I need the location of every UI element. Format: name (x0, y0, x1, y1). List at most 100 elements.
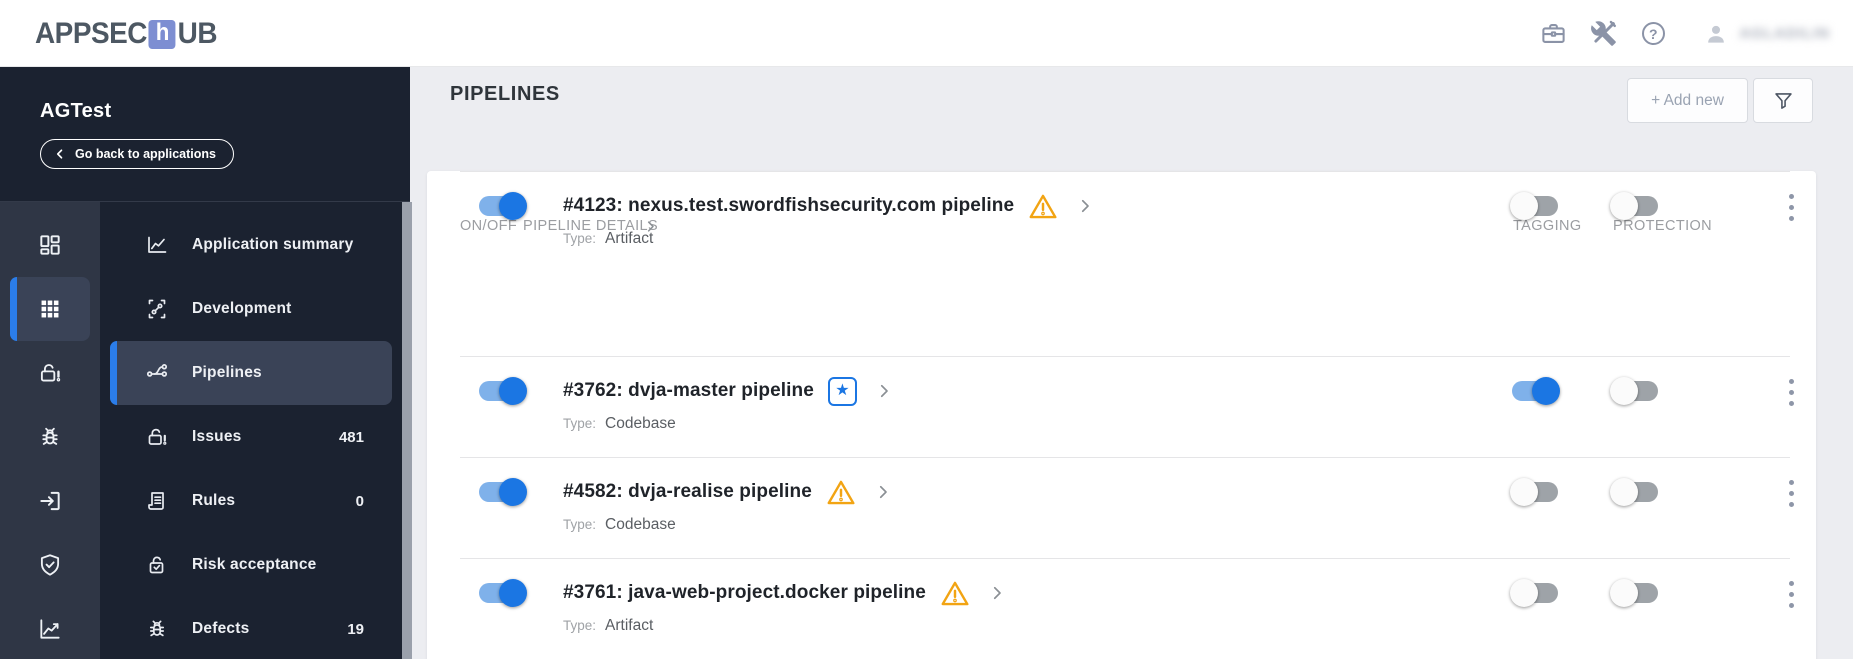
pipeline-badge (940, 580, 970, 607)
warning-icon (1028, 193, 1058, 220)
star-badge-icon (827, 376, 857, 406)
warning-icon (940, 580, 970, 607)
sidebar-item-pipelines[interactable]: Pipelines (110, 341, 392, 405)
pipeline-open-chevron-icon[interactable] (874, 483, 892, 501)
rail-item-exit[interactable] (10, 469, 90, 533)
row-menu-kebab-icon[interactable] (1782, 475, 1800, 511)
pipeline-onoff-toggle[interactable] (479, 377, 527, 405)
logo-cube-icon: h (148, 19, 176, 49)
filter-button[interactable] (1753, 78, 1813, 123)
pipeline-badge (826, 479, 856, 506)
menu-count: 481 (338, 428, 364, 446)
user-name: AGLADILIN (1739, 25, 1830, 42)
pipelines-card: ON/OFF PIPELINE DETAILS TAGGING PROTECTI… (427, 171, 1816, 659)
type-label: Type: (563, 618, 597, 633)
dashboard-icon (40, 235, 60, 255)
pipeline-onoff-toggle[interactable] (479, 579, 527, 607)
protection-toggle[interactable] (1610, 478, 1658, 506)
unlock-alert-icon (40, 364, 61, 382)
appsechub-logo: APPSEC h UB (35, 17, 217, 51)
user-icon (1708, 25, 1725, 43)
rail-item-security[interactable] (10, 533, 90, 597)
pipeline-onoff-toggle[interactable] (479, 192, 527, 220)
go-back-button[interactable]: Go back to applications (40, 139, 234, 169)
filter-funnel-icon (1774, 93, 1792, 109)
row-menu-kebab-icon[interactable] (1782, 374, 1800, 410)
top-bar: APPSEC h UB ? AGLADILIN (0, 0, 1853, 67)
lock-check-icon (149, 556, 164, 574)
help-icon[interactable]: ? (1639, 20, 1667, 48)
type-value: Codebase (605, 516, 676, 533)
sidebar-item-application-summary[interactable]: Application summary (110, 213, 392, 277)
pipeline-title: #4582: dvja-realise pipeline (563, 481, 812, 502)
logo-text-left: APPSEC (35, 17, 147, 50)
pipeline-open-chevron-icon[interactable] (1076, 197, 1094, 215)
row-menu-kebab-icon[interactable] (1782, 189, 1800, 225)
exit-icon (40, 491, 60, 511)
pipeline-badge (827, 376, 857, 406)
menu-count: 19 (347, 620, 364, 638)
pipeline-open-chevron-icon[interactable] (875, 382, 893, 400)
add-new-button[interactable]: + Add new (1627, 78, 1748, 123)
pipeline-row: #4123: nexus.test.swordfishsecurity.com … (427, 171, 1816, 272)
development-icon (148, 299, 166, 319)
sidebar-item-development[interactable]: Development (110, 277, 392, 341)
pipeline-open-chevron-icon[interactable] (988, 584, 1006, 602)
type-value: Artifact (605, 617, 654, 634)
application-name: AGTest (40, 100, 112, 122)
rail-item-issues[interactable] (10, 341, 90, 405)
tagging-toggle[interactable] (1512, 377, 1560, 405)
pipeline-onoff-toggle[interactable] (479, 478, 527, 506)
type-value: Codebase (605, 415, 676, 432)
chevron-left-icon (56, 149, 63, 159)
unlock-alert-icon (148, 428, 167, 445)
briefcase-icon[interactable] (1539, 20, 1567, 48)
pipeline-badge (1028, 193, 1058, 220)
tools-icon[interactable] (1589, 20, 1617, 48)
pipeline-row: #3762: dvja-master pipeline Type: Codeba… (427, 356, 1816, 457)
bug-icon (149, 620, 165, 637)
type-label: Type: (563, 416, 597, 431)
apps-grid-icon (41, 300, 59, 318)
pipeline-title: #3762: dvja-master pipeline (563, 380, 814, 401)
rail-item-defects[interactable] (10, 405, 90, 469)
chart-icon (40, 619, 60, 639)
tagging-toggle[interactable] (1510, 478, 1558, 506)
row-menu-kebab-icon[interactable] (1782, 576, 1800, 612)
sidebar-item-rules[interactable]: Rules 0 (110, 469, 392, 533)
type-value: Artifact (605, 230, 654, 247)
shield-check-icon (40, 554, 60, 576)
pipeline-title: #3761: java-web-project.docker pipeline (563, 582, 926, 603)
sidebar-menu: Application summary Development Pipeline… (100, 202, 402, 659)
main-content: PIPELINES + Add new ON/OFF PIPELINE DETA… (412, 67, 1853, 659)
icon-rail (0, 202, 100, 659)
summary-chart-icon (148, 236, 167, 253)
page-title: PIPELINES (450, 83, 560, 105)
tagging-toggle[interactable] (1510, 192, 1558, 220)
protection-toggle[interactable] (1610, 579, 1658, 607)
sidebar-scrollbar[interactable] (402, 202, 412, 659)
warning-icon (826, 479, 856, 506)
protection-toggle[interactable] (1610, 377, 1658, 405)
protection-toggle[interactable] (1610, 192, 1658, 220)
rules-document-icon (148, 492, 164, 510)
rail-item-dashboard[interactable] (10, 213, 90, 277)
bug-icon (42, 427, 58, 445)
rail-item-reports[interactable] (10, 597, 90, 659)
pipeline-row: #3761: java-web-project.docker pipeline … (427, 558, 1816, 659)
pipeline-row: #4582: dvja-realise pipeline Type: Codeb… (427, 457, 1816, 558)
menu-count: 0 (355, 492, 364, 510)
logo-text-right: UB (177, 17, 218, 50)
type-label: Type: (563, 517, 597, 532)
rail-item-applications[interactable] (10, 277, 90, 341)
sidebar-item-issues[interactable]: Issues 481 (110, 405, 392, 469)
pipelines-icon (146, 364, 168, 377)
type-label: Type: (563, 231, 597, 246)
application-header: AGTest Go back to applications (0, 67, 410, 202)
tagging-toggle[interactable] (1510, 579, 1558, 607)
sidebar-item-risk-acceptance[interactable]: Risk acceptance (110, 533, 392, 597)
top-bar-actions: ? AGLADILIN (1539, 0, 1830, 67)
pipeline-title: #4123: nexus.test.swordfishsecurity.com … (563, 195, 1015, 216)
user-menu[interactable]: AGLADILIN (1703, 21, 1830, 47)
sidebar-item-defects[interactable]: Defects 19 (110, 597, 392, 659)
